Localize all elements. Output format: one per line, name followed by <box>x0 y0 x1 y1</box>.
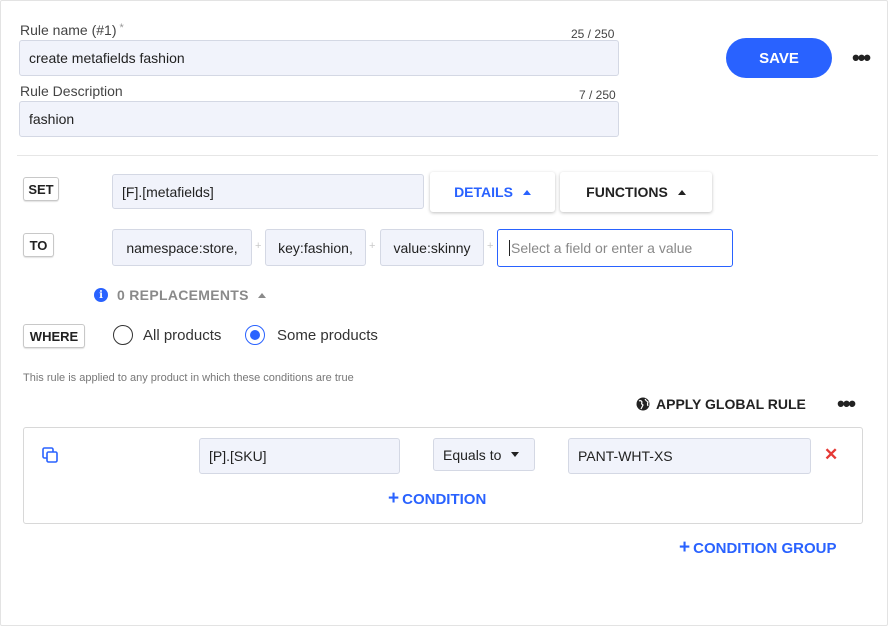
rule-description-input[interactable]: fashion <box>19 101 619 137</box>
add-condition-label: CONDITION <box>402 490 487 508</box>
chip-separator: + <box>369 240 376 252</box>
set-keyword: SET <box>23 177 59 201</box>
details-label: DETAILS <box>454 184 513 200</box>
operator-select[interactable]: Equals to <box>433 438 535 471</box>
rule-name-label: Rule name (#1) * <box>20 22 124 38</box>
functions-label: FUNCTIONS <box>586 184 668 200</box>
details-button[interactable]: DETAILS <box>430 172 555 212</box>
value-chip-key[interactable]: key:fashion, <box>265 229 366 266</box>
where-keyword: WHERE <box>23 324 85 348</box>
radio-label: Some products <box>277 326 378 344</box>
chip-separator: + <box>487 240 494 252</box>
rule-name-input[interactable]: create metafields fashion <box>19 40 619 76</box>
chevron-down-icon <box>511 452 520 457</box>
plus-icon: + <box>679 537 691 558</box>
condition-field-input[interactable]: [P].[SKU] <box>199 438 400 474</box>
functions-button[interactable]: FUNCTIONS <box>560 172 712 212</box>
copy-icon[interactable] <box>42 447 58 463</box>
plus-icon: + <box>388 488 400 509</box>
info-icon: i <box>94 288 108 302</box>
value-chip-value[interactable]: value:skinny <box>380 229 484 266</box>
text-cursor <box>509 240 510 256</box>
apply-global-rule-label: APPLY GLOBAL RULE <box>656 396 806 412</box>
set-field-input[interactable]: [F].[metafields] <box>112 174 424 209</box>
add-condition-group-label: CONDITION GROUP <box>693 539 837 557</box>
value-chip-namespace[interactable]: namespace:store, <box>112 229 252 266</box>
caret-up-icon <box>522 189 531 195</box>
rule-editor-panel <box>0 0 888 626</box>
radio-some-products[interactable]: Some products <box>245 325 378 345</box>
section-divider <box>17 155 878 156</box>
rule-description-counter: 7 / 250 <box>579 88 616 102</box>
value-input[interactable]: Select a field or enter a value <box>497 229 733 267</box>
global-more-options-icon[interactable]: ••• <box>837 393 856 415</box>
chip-separator: + <box>255 240 262 252</box>
value-input-placeholder: Select a field or enter a value <box>511 240 693 256</box>
globe-icon <box>636 397 650 411</box>
remove-condition-icon[interactable]: ✕ <box>824 445 838 465</box>
rule-name-counter: 25 / 250 <box>571 27 615 41</box>
required-mark: * <box>119 22 124 34</box>
radio-all-products[interactable]: All products <box>113 325 221 345</box>
radio-button-unchecked[interactable] <box>113 325 133 345</box>
more-options-icon[interactable]: ••• <box>852 47 871 69</box>
add-condition-button[interactable]: + CONDITION <box>388 488 486 510</box>
replacements-toggle[interactable]: i 0 REPLACEMENTS <box>94 287 266 303</box>
add-condition-group-button[interactable]: + CONDITION GROUP <box>679 537 836 559</box>
operator-select-value: Equals to <box>443 446 502 463</box>
caret-up-icon <box>677 189 686 195</box>
rule-description-label: Rule Description <box>20 83 123 99</box>
condition-value-input[interactable]: PANT-WHT-XS <box>568 438 811 474</box>
radio-label: All products <box>143 326 222 344</box>
to-keyword: TO <box>23 233 54 257</box>
replacements-label: 0 REPLACEMENTS <box>117 287 249 303</box>
radio-button-checked[interactable] <box>245 325 265 345</box>
save-button[interactable]: SAVE <box>726 38 832 78</box>
caret-up-icon <box>257 292 266 298</box>
where-hint: This rule is applied to any product in w… <box>23 372 354 384</box>
apply-global-rule-button[interactable]: APPLY GLOBAL RULE <box>636 396 806 412</box>
